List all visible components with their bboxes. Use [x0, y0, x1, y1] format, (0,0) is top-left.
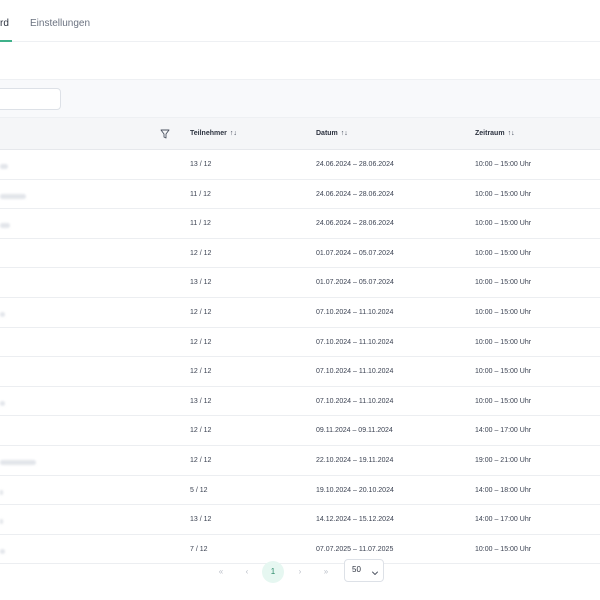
course-name-cell: [0, 280, 40, 286]
participants-cell: 12 / 12: [190, 249, 212, 257]
date-cell: 19.10.2024 – 20.10.2024: [316, 486, 394, 494]
last-page-button[interactable]: »: [315, 561, 337, 583]
date-cell: 24.06.2024 – 28.06.2024: [316, 190, 394, 198]
table-row[interactable]: 5 / 12 19.10.2024 – 20.10.2024 14:00 – 1…: [0, 476, 600, 506]
participants-cell: 13 / 12: [190, 516, 212, 524]
date-cell: 24.06.2024 – 28.06.2024: [316, 220, 394, 228]
course-name-cell: [0, 340, 40, 346]
participants-cell: 11 / 12: [190, 220, 211, 228]
time-cell: 10:00 – 15:00 Uhr: [475, 368, 532, 376]
date-cell: 01.07.2024 – 05.07.2024: [316, 249, 394, 257]
table-row[interactable]: 12 / 12 22.10.2024 – 19.11.2024 19:00 – …: [0, 446, 600, 476]
table-row[interactable]: 12 / 12 07.10.2024 – 11.10.2024 10:00 – …: [0, 357, 600, 387]
table-row[interactable]: 11 / 12 24.06.2024 – 28.06.2024 10:00 – …: [0, 180, 600, 210]
participants-cell: 12 / 12: [190, 308, 212, 316]
time-cell: 14:00 – 17:00 Uhr: [475, 516, 532, 524]
next-page-button[interactable]: ›: [289, 561, 311, 583]
participants-cell: 13 / 12: [190, 161, 212, 168]
course-name-cell: [0, 221, 40, 229]
sort-icon[interactable]: ↑↓: [230, 130, 237, 137]
page-number-current[interactable]: 1: [262, 561, 284, 583]
date-cell: 07.07.2025 – 11.07.2025: [316, 545, 394, 553]
table-row[interactable]: 13 / 12 01.07.2024 – 05.07.2024 10:00 – …: [0, 268, 600, 298]
table-row[interactable]: 12 / 12 01.07.2024 – 05.07.2024 10:00 – …: [0, 239, 600, 269]
tab-dashboard[interactable]: rd: [0, 17, 9, 31]
column-header-time[interactable]: Zeitraum ↑↓: [475, 128, 515, 140]
participants-cell: 12 / 12: [190, 338, 212, 346]
pagination: « ‹ 1 › » 50: [0, 556, 600, 586]
course-name-cell: [0, 517, 40, 525]
page-size-value: 50: [352, 565, 361, 574]
course-name-cell: [0, 162, 40, 169]
course-name-cell: [0, 488, 40, 495]
course-name-cell: [0, 369, 40, 375]
date-cell: 01.07.2024 – 05.07.2024: [316, 279, 394, 287]
sort-icon[interactable]: ↑↓: [508, 130, 515, 137]
table-row[interactable]: 12 / 12 09.11.2024 – 09.11.2024 14:00 – …: [0, 416, 600, 446]
participants-cell: 5 / 12: [190, 486, 208, 494]
time-cell: 14:00 – 18:00 Uhr: [475, 486, 532, 494]
table-header: Teilnehmer ↑↓ Datum ↑↓ Zeitraum ↑↓: [0, 118, 600, 150]
time-cell: 10:00 – 15:00 Uhr: [475, 220, 532, 228]
course-name-cell: [0, 192, 40, 199]
course-name-cell: [0, 399, 40, 406]
participants-cell: 13 / 12: [190, 397, 212, 405]
column-header-date[interactable]: Datum ↑↓: [316, 128, 348, 140]
filter-bar: [0, 79, 600, 118]
date-cell: 07.10.2024 – 11.10.2024: [316, 308, 394, 316]
course-name-cell: [0, 428, 40, 434]
table-body: 13 / 12 24.06.2024 – 28.06.2024 10:00 – …: [0, 150, 600, 565]
table-row[interactable]: 13 / 12 14.12.2024 – 15.12.2024 14:00 – …: [0, 505, 600, 535]
date-cell: 07.10.2024 – 11.10.2024: [316, 397, 394, 405]
table-row[interactable]: 12 / 12 07.10.2024 – 11.10.2024 10:00 – …: [0, 328, 600, 358]
table-row[interactable]: 13 / 12 07.10.2024 – 11.10.2024 10:00 – …: [0, 387, 600, 417]
time-cell: 10:00 – 15:00 Uhr: [475, 279, 532, 287]
date-cell: 07.10.2024 – 11.10.2024: [316, 368, 394, 376]
table-row[interactable]: 12 / 12 07.10.2024 – 11.10.2024 10:00 – …: [0, 298, 600, 328]
time-cell: 10:00 – 15:00 Uhr: [475, 190, 532, 198]
date-cell: 07.10.2024 – 11.10.2024: [316, 338, 394, 346]
column-header-participants[interactable]: Teilnehmer ↑↓: [190, 128, 237, 140]
time-cell: 10:00 – 15:00 Uhr: [475, 338, 532, 346]
participants-cell: 12 / 12: [190, 368, 212, 376]
active-tab-indicator: [0, 40, 12, 42]
tab-settings[interactable]: Einstellungen: [30, 17, 90, 31]
date-cell: 24.06.2024 – 28.06.2024: [316, 161, 394, 168]
time-cell: 10:00 – 15:00 Uhr: [475, 397, 532, 405]
time-cell: 10:00 – 15:00 Uhr: [475, 545, 532, 553]
participants-cell: 7 / 12: [190, 545, 208, 553]
course-name-cell: [0, 251, 40, 257]
table-row[interactable]: 11 / 12 24.06.2024 – 28.06.2024 10:00 – …: [0, 209, 600, 239]
participants-cell: 12 / 12: [190, 427, 212, 435]
date-cell: 09.11.2024 – 09.11.2024: [316, 427, 393, 435]
date-cell: 22.10.2024 – 19.11.2024: [316, 456, 394, 464]
course-name-cell: [0, 458, 40, 465]
course-name-cell: [0, 547, 40, 554]
participants-cell: 12 / 12: [190, 456, 212, 464]
participants-cell: 11 / 12: [190, 190, 211, 198]
date-cell: 14.12.2024 – 15.12.2024: [316, 516, 394, 524]
table-row[interactable]: 13 / 12 24.06.2024 – 28.06.2024 10:00 – …: [0, 150, 600, 180]
sort-icon[interactable]: ↑↓: [341, 130, 348, 137]
chevron-down-icon: [371, 565, 379, 575]
time-cell: 10:00 – 15:00 Uhr: [475, 161, 532, 168]
tab-bar: rd Einstellungen: [0, 0, 600, 42]
time-cell: 10:00 – 15:00 Uhr: [475, 308, 532, 316]
participants-cell: 13 / 12: [190, 279, 212, 287]
course-name-cell: [0, 310, 40, 317]
time-cell: 14:00 – 17:00 Uhr: [475, 427, 532, 435]
search-input[interactable]: [0, 88, 61, 110]
previous-page-button[interactable]: ‹: [236, 561, 258, 583]
time-cell: 19:00 – 21:00 Uhr: [475, 456, 532, 464]
page-size-select[interactable]: 50: [344, 559, 384, 582]
filter-icon[interactable]: [160, 127, 170, 139]
first-page-button[interactable]: «: [210, 561, 232, 583]
time-cell: 10:00 – 15:00 Uhr: [475, 249, 532, 257]
